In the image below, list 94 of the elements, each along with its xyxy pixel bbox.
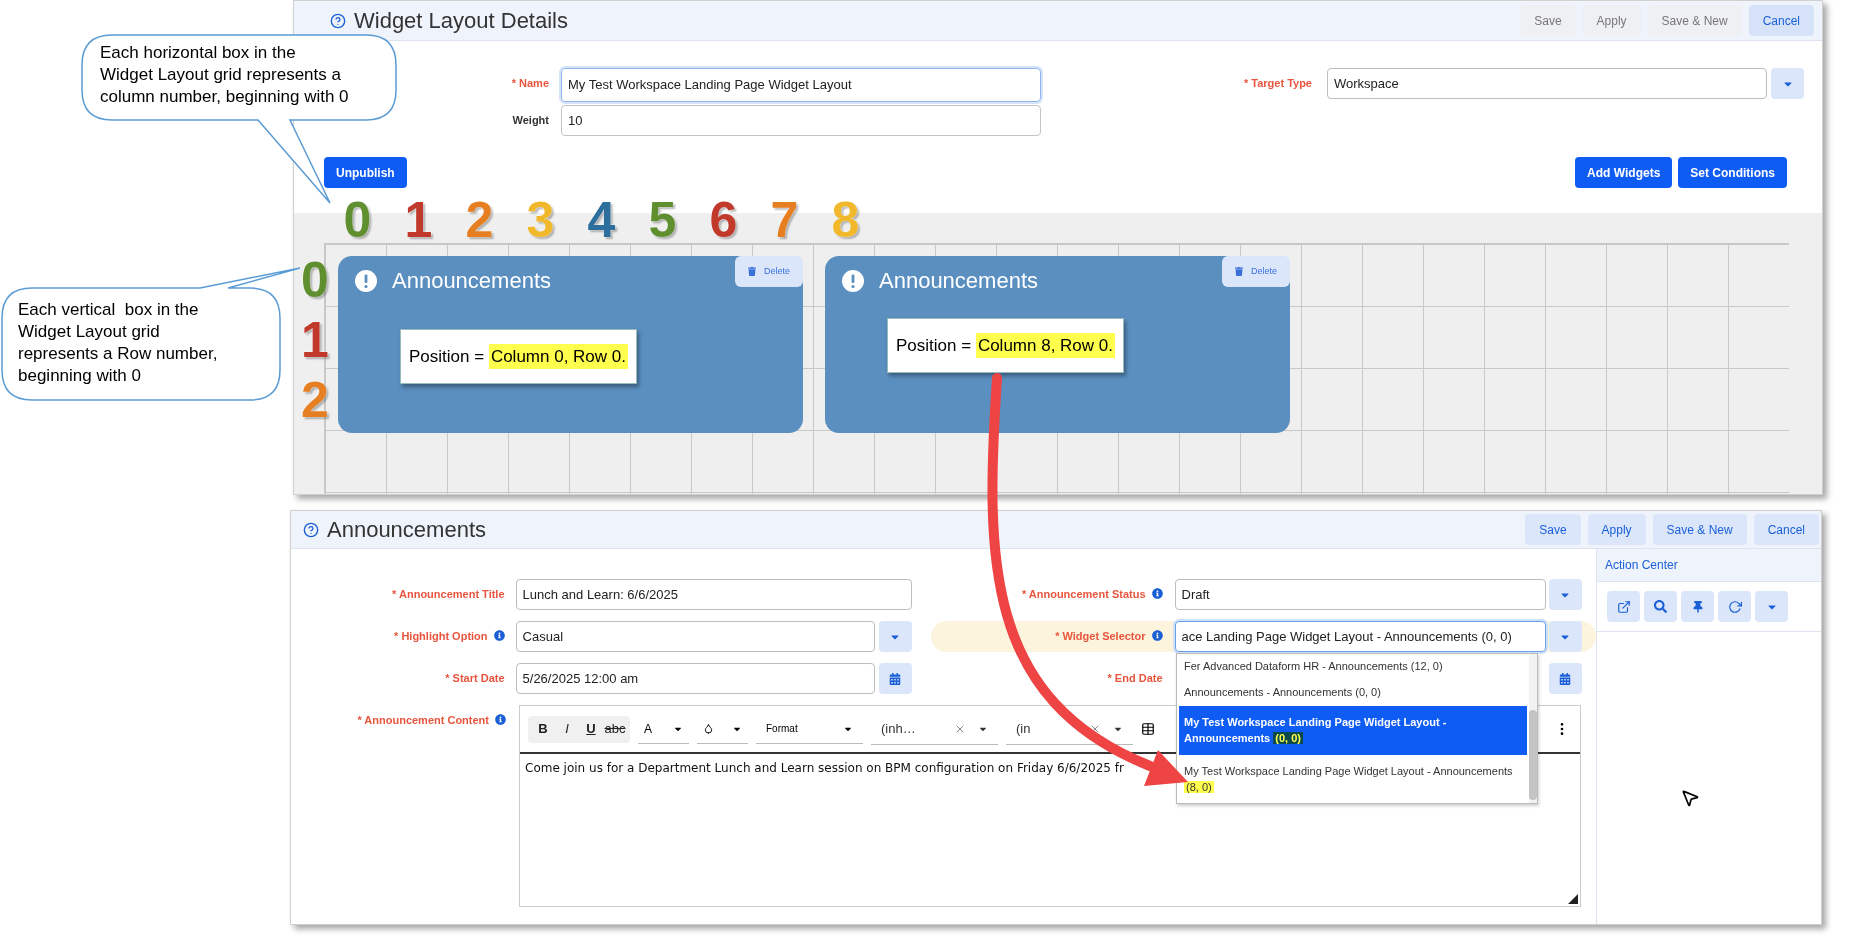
calendar-button[interactable] (878, 663, 912, 694)
row-number: 2 (300, 371, 330, 430)
help-icon[interactable] (303, 521, 319, 538)
dropdown-option[interactable]: My Test Workspace Landing Page Widget Layout - Announcements (8, 0) (1179, 754, 1527, 803)
column-number: 4 (586, 191, 617, 250)
field-label: * Announcement Content (357, 713, 489, 728)
input-field[interactable]: 10 (561, 105, 1041, 136)
column-number: 8 (830, 191, 861, 250)
action-button[interactable]: Apply (1582, 5, 1641, 36)
action-button[interactable]: Save & New (1647, 5, 1742, 36)
droplet-icon (703, 723, 714, 734)
info-icon[interactable] (1151, 588, 1163, 599)
dropdown-option[interactable]: My Test Workspace Landing Page Widget Layout - Announcements (0, 0) (1179, 706, 1527, 755)
field-label: * Announcement Status (1021, 587, 1146, 602)
window-title: Widget Layout Details (354, 7, 568, 35)
calendar-icon (889, 672, 902, 685)
open-button[interactable] (1607, 591, 1640, 622)
primary-button[interactable]: Add Widgets (1575, 157, 1673, 188)
column-number: 0 (342, 191, 373, 250)
action-button[interactable]: Cancel (1748, 5, 1814, 36)
alert-icon (354, 268, 378, 293)
action-button[interactable]: Apply (1587, 514, 1646, 545)
help-icon[interactable] (330, 12, 346, 29)
refresh-button[interactable] (1718, 591, 1751, 622)
column-number: 1 (403, 191, 434, 250)
dropdown-option[interactable]: Fer Advanced Dataform HR - Announcements (12, 0) (1179, 655, 1527, 677)
input-field[interactable]: Workspace (1327, 68, 1767, 99)
format-button[interactable]: B (532, 719, 554, 739)
font-menu[interactable]: (in (1006, 713, 1133, 745)
panel-title: Action Center (1605, 557, 1678, 574)
dropdown-option[interactable]: Announcements - Announcements (0, 0) (1179, 676, 1527, 707)
position-note: Position = Column 8, Row 0. (887, 318, 1124, 373)
column-number: 2 (464, 191, 495, 250)
pin-icon (1691, 600, 1704, 613)
field-label: Weight (512, 113, 549, 128)
field-label: * End Date (1107, 671, 1163, 686)
input-field[interactable]: Lunch and Learn: 6/6/2025 (515, 579, 912, 610)
column-number: 5 (647, 191, 678, 250)
table-icon[interactable] (1141, 722, 1155, 736)
field-label: * Name (511, 76, 549, 91)
format-button[interactable]: U (580, 719, 602, 739)
unpublish-button[interactable]: Unpublish (324, 157, 407, 188)
calendar-icon (1559, 672, 1572, 685)
format-button[interactable]: abc (604, 719, 626, 739)
format-menu[interactable]: Format (756, 714, 863, 744)
info-icon[interactable] (1151, 630, 1163, 641)
field-label: * Start Date (445, 671, 505, 686)
delete-button[interactable]: Delete (1222, 256, 1290, 287)
alert-icon (841, 268, 865, 293)
callout-text: Each horizontal box in the Widget Layout grid represents a column number, beginning with 0 (100, 42, 349, 108)
resize-handle-icon[interactable] (1568, 894, 1578, 904)
field-label: * Widget Selector (1055, 629, 1146, 644)
widget-title: Announcements (392, 267, 551, 295)
editor-text: Come join us for a Department Lunch and Learn session on BPM configuration on Friday 6/6/2025 fr (524, 760, 1125, 777)
callout-text: Each vertical box in the Widget Layout grid represents a Row number, beginning with 0 (18, 299, 218, 387)
input-field[interactable]: Casual (515, 621, 875, 652)
external-link-icon (1616, 599, 1631, 614)
scrollbar[interactable] (1529, 654, 1537, 803)
mouse-pointer-icon (1680, 788, 1700, 808)
input-field[interactable]: Draft (1174, 579, 1546, 610)
trash-icon (748, 267, 756, 276)
widget-card[interactable]: Announcements Delete Position = Column 8, Row 0. (825, 256, 1290, 433)
action-button[interactable]: Save (1520, 5, 1576, 36)
pin-button[interactable] (1681, 591, 1714, 622)
row-number: 0 (300, 251, 330, 310)
action-button[interactable]: Save (1525, 514, 1581, 545)
widget-card[interactable]: Announcements Delete Position = Column 0, Row 0. (338, 256, 803, 433)
search-button[interactable] (1644, 591, 1677, 622)
calendar-button[interactable] (1548, 663, 1582, 694)
column-number: 6 (708, 191, 739, 250)
widget-title: Announcements (879, 267, 1038, 295)
action-button[interactable]: Cancel (1753, 514, 1819, 545)
column-number: 7 (769, 191, 800, 250)
format-button[interactable]: I (556, 719, 578, 739)
field-label: * Highlight Option (394, 629, 488, 644)
window-title: Announcements (327, 516, 486, 544)
delete-button[interactable]: Delete (735, 256, 803, 287)
primary-button[interactable]: Set Conditions (1678, 157, 1787, 188)
field-label: * Target Type (1243, 76, 1312, 91)
info-icon[interactable] (495, 714, 506, 725)
row-number: 1 (300, 311, 330, 370)
position-note: Position = Column 0, Row 0. (400, 329, 637, 384)
input-field[interactable]: 5/26/2025 12:00 am (515, 663, 875, 694)
refresh-icon (1727, 599, 1742, 614)
font-menu[interactable]: (inh… (871, 713, 998, 745)
info-icon[interactable] (493, 630, 505, 641)
search-icon (1654, 600, 1667, 613)
text-color-menu[interactable]: A (638, 714, 689, 744)
input-field[interactable]: ace Landing Page Widget Layout - Announcements (0, 0) (1174, 621, 1546, 652)
action-button[interactable]: Save & New (1652, 514, 1747, 545)
trash-icon (1235, 267, 1243, 276)
column-number: 3 (525, 191, 556, 250)
field-label: * Announcement Title (392, 587, 505, 602)
input-field[interactable]: My Test Workspace Landing Page Widget Layout (561, 68, 1041, 102)
